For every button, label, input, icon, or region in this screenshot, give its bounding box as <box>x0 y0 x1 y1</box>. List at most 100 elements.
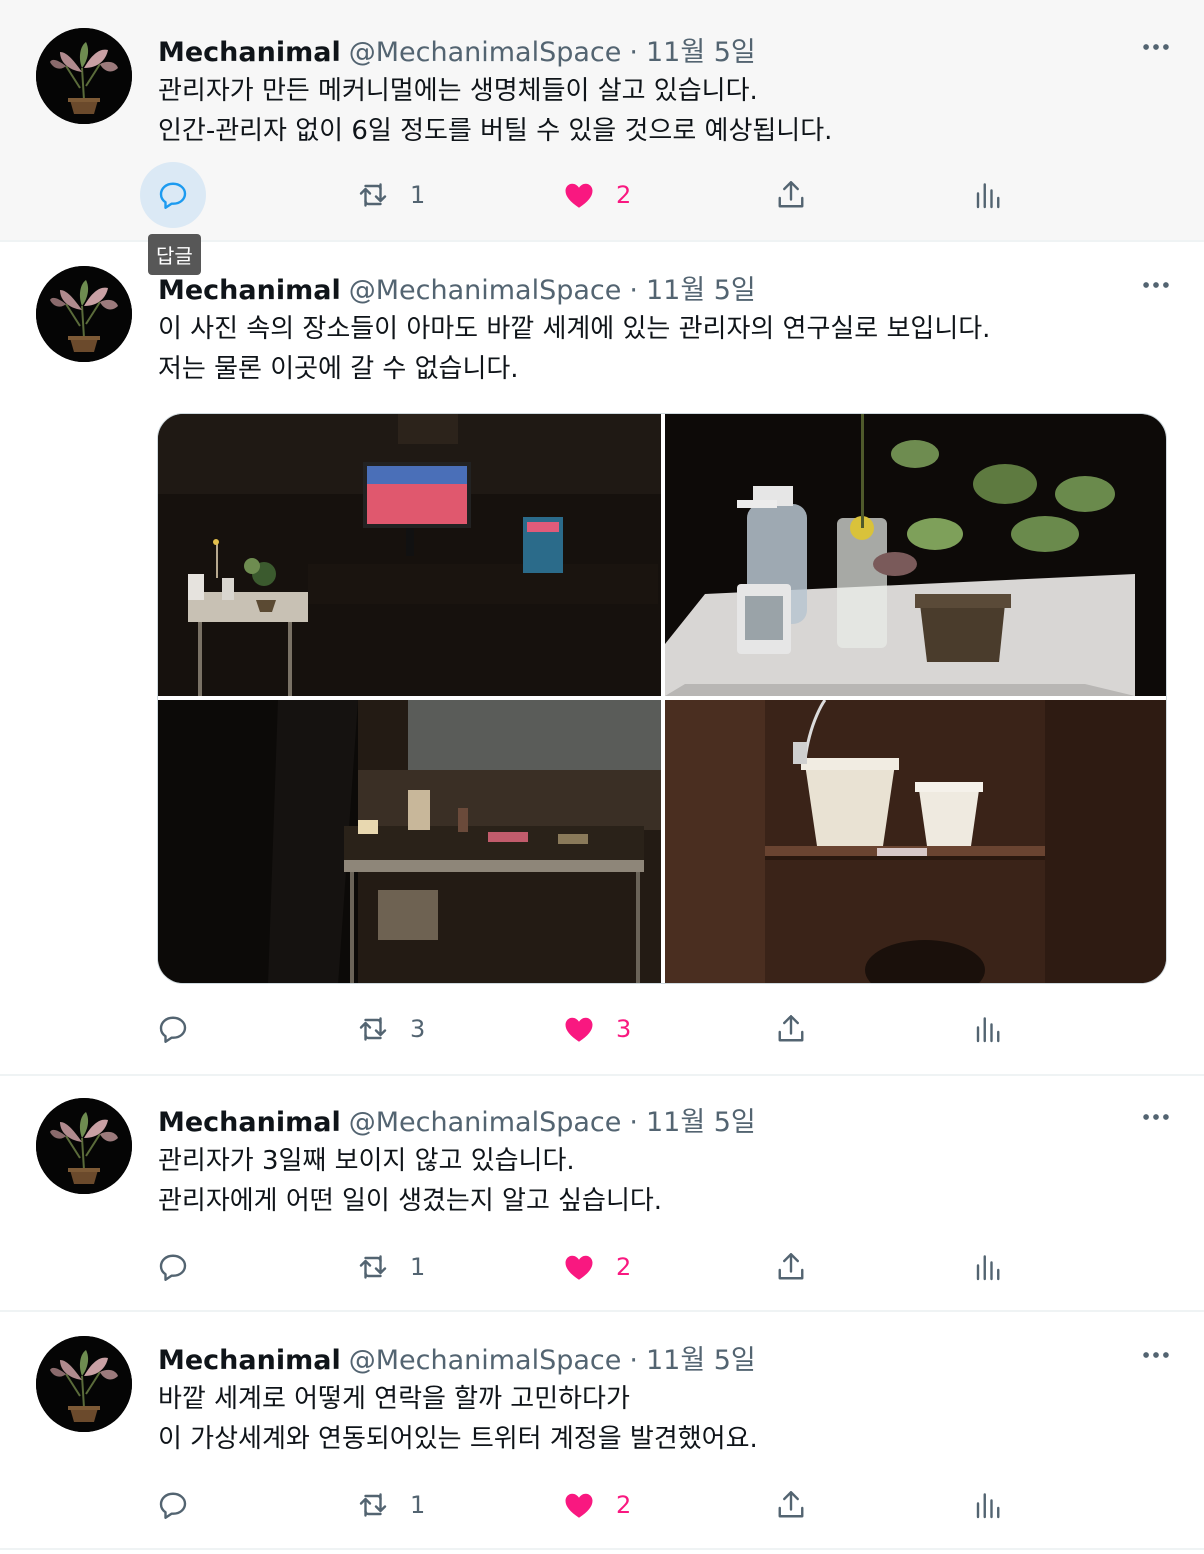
author-name[interactable]: Mechanimal <box>158 1345 341 1376</box>
tweet-date[interactable]: 11월 5일 <box>646 1338 756 1377</box>
like-button[interactable]: 2 <box>546 1472 631 1538</box>
avatar[interactable] <box>36 266 132 362</box>
author-name[interactable]: Mechanimal <box>158 37 341 68</box>
share-button[interactable] <box>758 1234 824 1300</box>
tweet-text: 관리자가 만든 메커니멀에는 생명체들이 살고 있습니다. 인간-관리자 없이 … <box>158 71 832 151</box>
more-dots-icon <box>1139 30 1173 64</box>
author-handle[interactable]: @MechanimalSpace <box>349 37 622 68</box>
like-button[interactable]: 2 <box>546 162 631 228</box>
action-bar: 1 2 <box>140 1234 1020 1300</box>
plant-and-spray-bottle-photo[interactable] <box>665 414 1166 696</box>
analytics-button[interactable] <box>954 996 1020 1062</box>
retweet-button[interactable]: 3 <box>340 996 425 1062</box>
retweet-count: 1 <box>410 1253 426 1281</box>
tweet-text-line: 이 가상세계와 연동되어있는 트위터 계정을 발견했어요. <box>158 1424 758 1454</box>
tweet-text: 관리자가 3일째 보이지 않고 있습니다. 관리자에게 어떤 일이 생겼는지 알… <box>158 1141 662 1221</box>
tweet-header: Mechanimal @MechanimalSpace · 11월 5일 <box>158 30 756 68</box>
share-button[interactable] <box>758 1472 824 1538</box>
tweet-date[interactable]: 11월 5일 <box>646 30 756 69</box>
tweet-text-line: 관리자가 만든 메커니멀에는 생명체들이 살고 있습니다. <box>158 76 758 106</box>
share-upload-icon <box>773 1487 809 1523</box>
potted-plant-avatar-icon <box>36 1336 132 1432</box>
separator: · <box>629 1107 638 1138</box>
separator: · <box>629 37 638 68</box>
tweet-text: 이 사진 속의 장소들이 아마도 바깥 세계에 있는 관리자의 연구실로 보입니… <box>158 309 990 389</box>
heart-icon <box>561 1249 597 1285</box>
like-count: 2 <box>616 1491 632 1519</box>
analytics-bars-icon <box>969 177 1005 213</box>
potted-plant-avatar-icon <box>36 266 132 362</box>
tweet-header: Mechanimal @MechanimalSpace · 11월 5일 <box>158 1100 756 1138</box>
share-button[interactable] <box>758 996 824 1062</box>
tweet-text: 바깥 세계로 어떻게 연락을 할까 고민하다가 이 가상세계와 연동되어있는 트… <box>158 1379 758 1459</box>
separator: · <box>629 275 638 306</box>
retweet-count: 3 <box>410 1015 426 1043</box>
separator: · <box>629 1345 638 1376</box>
tweet-text-line: 관리자에게 어떤 일이 생겼는지 알고 싶습니다. <box>158 1186 663 1216</box>
tweet-text-line: 저는 물론 이곳에 갈 수 없습니다. <box>158 354 519 384</box>
tweet-header: Mechanimal @MechanimalSpace · 11월 5일 <box>158 1338 756 1376</box>
reply-bubble-icon <box>155 177 191 213</box>
heart-icon <box>561 177 597 213</box>
author-handle[interactable]: @MechanimalSpace <box>349 1107 622 1138</box>
potted-plant-avatar-icon <box>36 28 132 124</box>
like-button[interactable]: 2 <box>546 1234 631 1300</box>
analytics-bars-icon <box>969 1487 1005 1523</box>
reply-bubble-icon <box>155 1011 191 1047</box>
analytics-button[interactable] <box>954 1234 1020 1300</box>
share-button[interactable] <box>758 162 824 228</box>
tweet-text-line: 이 사진 속의 장소들이 아마도 바깥 세계에 있는 관리자의 연구실로 보입니… <box>158 314 991 344</box>
reply-button[interactable] <box>140 1234 206 1300</box>
tweet-header: Mechanimal @MechanimalSpace · 11월 5일 <box>158 268 756 306</box>
author-name[interactable]: Mechanimal <box>158 275 341 306</box>
more-button[interactable] <box>1138 1337 1174 1373</box>
media-grid <box>157 413 1167 984</box>
like-button[interactable]: 3 <box>546 996 631 1062</box>
reply-bubble-icon <box>155 1487 191 1523</box>
more-button[interactable] <box>1138 1099 1174 1135</box>
share-upload-icon <box>773 1249 809 1285</box>
analytics-button[interactable] <box>954 162 1020 228</box>
tweet-1[interactable]: Mechanimal @MechanimalSpace · 11월 5일 관리자… <box>0 0 1204 242</box>
retweet-button[interactable]: 1 <box>340 1234 425 1300</box>
analytics-bars-icon <box>969 1249 1005 1285</box>
action-bar: 1 2 <box>140 162 1020 228</box>
retweet-button[interactable]: 1 <box>340 1472 425 1538</box>
share-upload-icon <box>773 1011 809 1047</box>
more-dots-icon <box>1139 1338 1173 1372</box>
avatar[interactable] <box>36 1098 132 1194</box>
analytics-button[interactable] <box>954 1472 1020 1538</box>
retweet-arrows-icon <box>355 1487 391 1523</box>
reply-bubble-icon <box>155 1249 191 1285</box>
desk-with-monitor-photo[interactable] <box>158 414 661 696</box>
tweet-date[interactable]: 11월 5일 <box>646 268 756 307</box>
retweet-arrows-icon <box>355 1011 391 1047</box>
author-name[interactable]: Mechanimal <box>158 1107 341 1138</box>
potted-plant-avatar-icon <box>36 1098 132 1194</box>
author-handle[interactable]: @MechanimalSpace <box>349 1345 622 1376</box>
retweet-arrows-icon <box>355 177 391 213</box>
avatar[interactable] <box>36 28 132 124</box>
retweet-arrows-icon <box>355 1249 391 1285</box>
more-button[interactable] <box>1138 29 1174 65</box>
reply-tooltip: 답글 <box>148 234 201 275</box>
action-bar: 1 2 <box>140 1472 1020 1538</box>
white-pots-on-shelf-photo[interactable] <box>665 700 1166 983</box>
reply-button[interactable] <box>140 996 206 1062</box>
retweet-button[interactable]: 1 <box>340 162 425 228</box>
author-handle[interactable]: @MechanimalSpace <box>349 275 622 306</box>
like-count: 2 <box>616 181 632 209</box>
heart-icon <box>561 1487 597 1523</box>
tweet-date[interactable]: 11월 5일 <box>646 1100 756 1139</box>
heart-icon <box>561 1011 597 1047</box>
reply-button[interactable] <box>140 162 206 228</box>
tweet-text-line: 관리자가 3일째 보이지 않고 있습니다. <box>158 1146 575 1176</box>
tweet-4[interactable]: Mechanimal @MechanimalSpace · 11월 5일 바깥 … <box>0 1312 1204 1550</box>
more-button[interactable] <box>1138 267 1174 303</box>
room-with-table-photo[interactable] <box>158 700 661 983</box>
reply-button[interactable] <box>140 1472 206 1538</box>
more-dots-icon <box>1139 268 1173 302</box>
like-count: 2 <box>616 1253 632 1281</box>
avatar[interactable] <box>36 1336 132 1432</box>
tweet-3[interactable]: Mechanimal @MechanimalSpace · 11월 5일 관리자… <box>0 1076 1204 1312</box>
